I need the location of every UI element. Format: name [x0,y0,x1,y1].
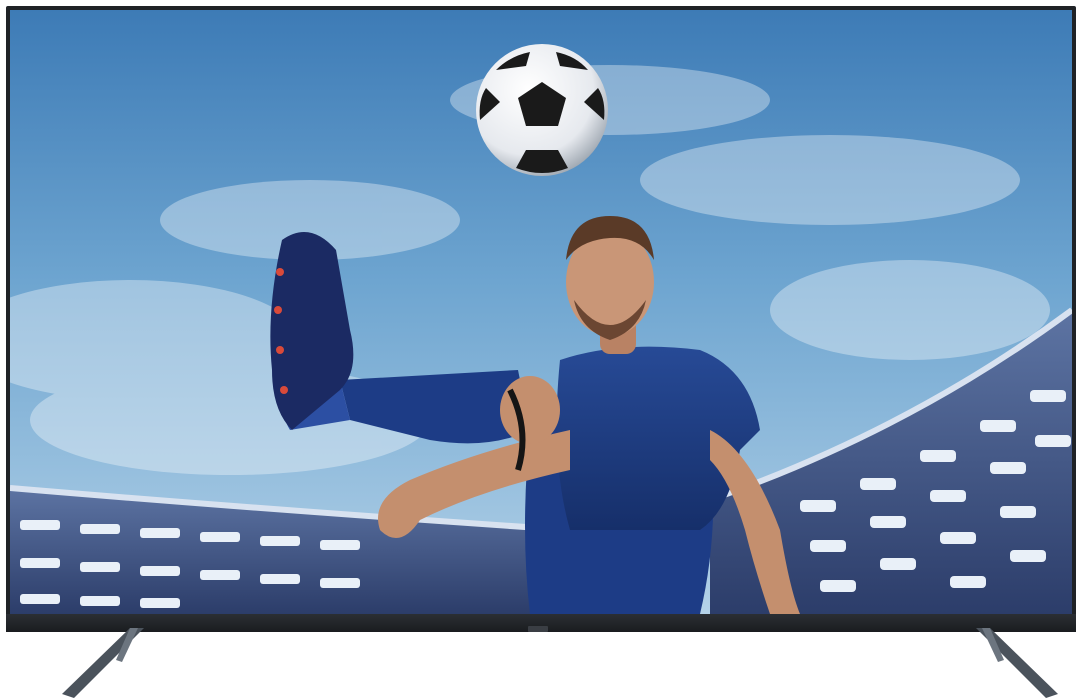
tv-stand-icon [940,628,1060,698]
television [0,0,1078,698]
tv-stand-icon [60,628,180,698]
tv-screen [10,10,1072,614]
tv-logo-notch [528,626,548,632]
soccer-ball-icon [476,44,608,176]
screen-image [10,10,1072,614]
